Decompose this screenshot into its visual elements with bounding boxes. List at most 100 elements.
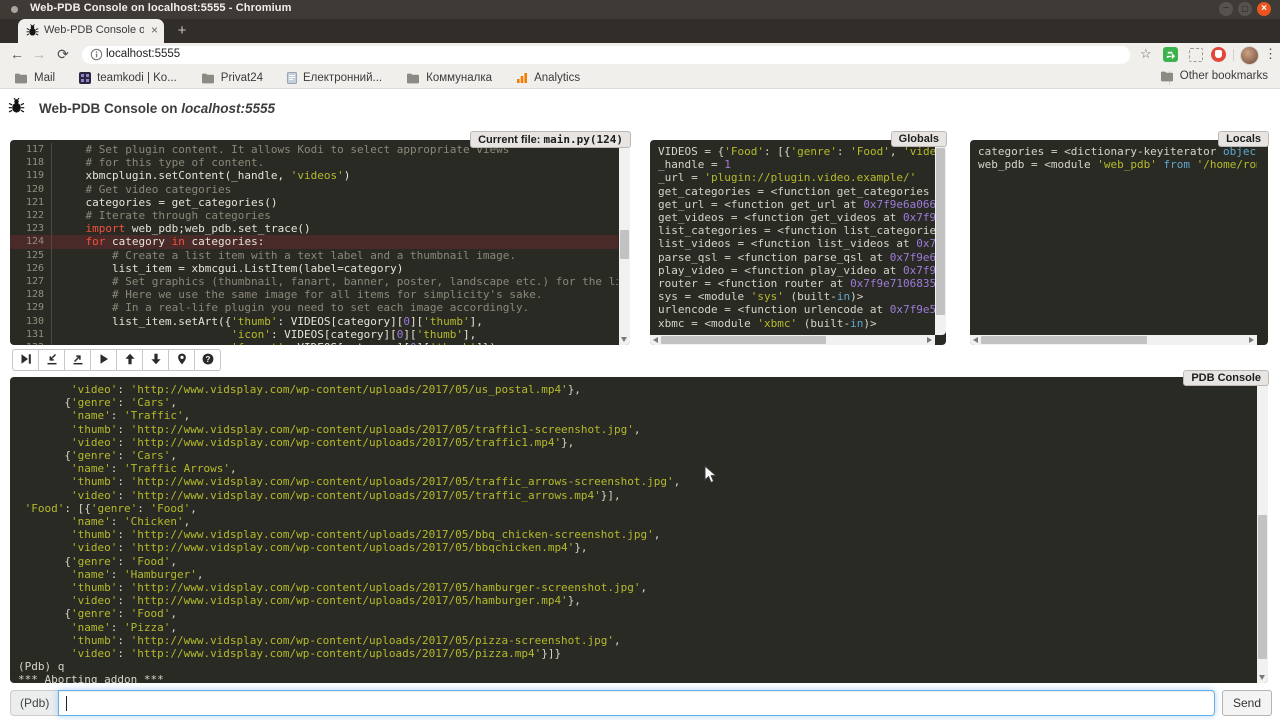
line-number: 122 — [10, 209, 52, 222]
bookmark-item[interactable]: Privat24 — [201, 72, 263, 84]
locals-horizontal-scrollbar[interactable] — [970, 335, 1257, 345]
address-bar[interactable]: localhost:5555 — [82, 46, 1130, 64]
code-text: 'icon': VIDEOS[category][0]['thumb'], — [52, 328, 476, 341]
play-icon — [98, 353, 110, 368]
scrollbar-thumb[interactable] — [620, 230, 629, 259]
bookmark-item[interactable]: Коммуналка — [406, 72, 492, 84]
console-line: 'name': 'Traffic', — [18, 409, 1256, 422]
site-info-icon[interactable] — [90, 48, 103, 66]
bookmark-item[interactable]: Електронний... — [287, 72, 382, 84]
bookmark-item[interactable]: teamkodi | Ko... — [79, 72, 177, 84]
line-number: 119 — [10, 169, 52, 182]
up-button[interactable] — [116, 349, 143, 371]
code-line: 122 # Iterate through categories — [10, 209, 618, 222]
document-icon — [287, 72, 297, 84]
console-line: 'thumb': 'http://www.vidsplay.com/wp-con… — [18, 528, 1256, 541]
globals-line: urlencode = <function urlencode at 0x7f9… — [658, 303, 935, 316]
continue-button[interactable] — [90, 349, 117, 371]
bookmark-label: Електронний... — [303, 72, 382, 84]
step-forward-icon — [20, 353, 32, 368]
line-number: 121 — [10, 196, 52, 209]
console-line: 'name': 'Pizza', — [18, 621, 1256, 634]
send-button[interactable]: Send — [1222, 690, 1272, 716]
scrollbar-thumb[interactable] — [936, 148, 945, 316]
code-text: 'fanart': VIDEOS[category][0]['thumb']}) — [52, 341, 496, 345]
back-button[interactable]: ← — [8, 46, 26, 63]
scrollbar-thumb[interactable] — [1258, 515, 1267, 659]
code-line: 132 'fanart': VIDEOS[category][0]['thumb… — [10, 341, 618, 345]
adblock-hand-icon[interactable] — [1211, 47, 1226, 62]
code-line: 128 # Here we use the same image for all… — [10, 288, 618, 301]
minimize-button[interactable]: − — [1219, 2, 1233, 16]
step-into-icon — [46, 353, 58, 368]
scroll-left-icon[interactable] — [973, 337, 978, 343]
window-titlebar: Web-PDB Console on localhost:5555 - Chro… — [0, 0, 1280, 19]
line-number: 124 — [10, 235, 52, 248]
pdb-command-input[interactable] — [58, 690, 1215, 716]
debugger-toolbar: ? — [12, 349, 221, 371]
help-button[interactable]: ? — [194, 349, 221, 371]
scrollbar-thumb[interactable] — [981, 336, 1147, 344]
next-button[interactable] — [12, 349, 39, 371]
web-pdb-console-window: Web-PDB Console on localhost:5555 - Chro… — [0, 0, 1280, 720]
text-caret — [66, 696, 67, 711]
globals-vertical-scrollbar[interactable] — [935, 140, 946, 335]
bookmark-item[interactable]: Analytics — [516, 72, 580, 84]
globals-line: xbmc = <module 'xbmc' (built-in)> — [658, 317, 935, 330]
new-tab-button[interactable]: + — [174, 23, 190, 39]
pdb-console-tag: PDB Console — [1183, 370, 1269, 386]
globals-tag: Globals — [891, 131, 947, 147]
code-text: list_item = xbmcgui.ListItem(label=categ… — [52, 262, 403, 275]
scroll-right-icon[interactable] — [1249, 337, 1254, 343]
code-text: # Create a list item with a text label a… — [52, 249, 516, 262]
reload-button[interactable]: ⟳ — [54, 46, 72, 63]
scroll-right-icon[interactable] — [927, 337, 932, 343]
line-number: 130 — [10, 315, 52, 328]
code-vertical-scrollbar[interactable] — [619, 140, 630, 345]
tab-close-icon[interactable]: × — [151, 23, 158, 37]
bookmark-star-icon[interactable]: ☆ — [1140, 46, 1152, 62]
command-prompt-row: (Pdb) Send — [10, 690, 1272, 716]
locals-tag: Locals — [1218, 131, 1269, 147]
locals-panel: Locals categories = <dictionary-keyitera… — [970, 140, 1268, 345]
where-button[interactable] — [168, 349, 195, 371]
console-line: {'genre': 'Food', — [18, 607, 1256, 620]
pdb-prompt-label: (Pdb) — [10, 690, 58, 716]
console-line: 'thumb': 'http://www.vidsplay.com/wp-con… — [18, 581, 1256, 594]
return-button[interactable] — [64, 349, 91, 371]
line-number: 117 — [10, 143, 52, 156]
locals-line: web_pdb = <module 'web_pdb' from '/home/… — [978, 158, 1257, 171]
locals-line: categories = <dictionary-keyiterator obj… — [978, 145, 1257, 158]
bookmarks-bar: Mail teamkodi | Ko... Privat24 Електронний.… — [0, 67, 1280, 89]
globals-view: VIDEOS = {'Food': [{'genre': 'Food', 'vi… — [650, 140, 935, 335]
profile-avatar[interactable] — [1240, 46, 1259, 65]
maximize-button[interactable]: ▢ — [1238, 2, 1252, 16]
step-button[interactable] — [38, 349, 65, 371]
globals-line: router = <function router at 0x7f9e71068… — [658, 277, 935, 290]
console-line: {'genre': 'Food', — [18, 555, 1256, 568]
console-line: {'genre': 'Cars', — [18, 449, 1256, 462]
arrow-up-icon — [124, 353, 136, 368]
scroll-down-icon[interactable] — [621, 337, 627, 342]
code-line: 130 list_item.setArt({'thumb': VIDEOS[ca… — [10, 315, 618, 328]
scroll-down-icon[interactable] — [1259, 675, 1265, 680]
line-number: 129 — [10, 301, 52, 314]
code-text: # Get video categories — [52, 183, 231, 196]
savefrom-icon[interactable] — [1163, 47, 1178, 62]
browser-menu-icon[interactable]: ⋮ — [1264, 46, 1277, 62]
globals-horizontal-scrollbar[interactable] — [650, 335, 935, 345]
dashed-square-icon[interactable] — [1189, 48, 1203, 62]
bookmark-item[interactable]: Mail — [14, 72, 55, 84]
globals-line: list_categories = <function list_categor… — [658, 224, 935, 237]
forward-button[interactable]: → — [30, 46, 48, 63]
down-button[interactable] — [142, 349, 169, 371]
scrollbar-thumb[interactable] — [661, 336, 826, 344]
code-text: # for this type of content. — [52, 156, 264, 169]
console-vertical-scrollbar[interactable] — [1257, 377, 1268, 683]
close-button[interactable]: × — [1257, 2, 1271, 16]
scroll-left-icon[interactable] — [653, 337, 658, 343]
other-bookmarks-button[interactable]: Other bookmarks — [1160, 70, 1268, 82]
code-text: # In a real-life plugin you need to set … — [52, 301, 529, 314]
toolbar-separator — [1233, 49, 1234, 61]
tab-web-pdb-console[interactable]: Web-PDB Console on loca × — [18, 19, 164, 43]
